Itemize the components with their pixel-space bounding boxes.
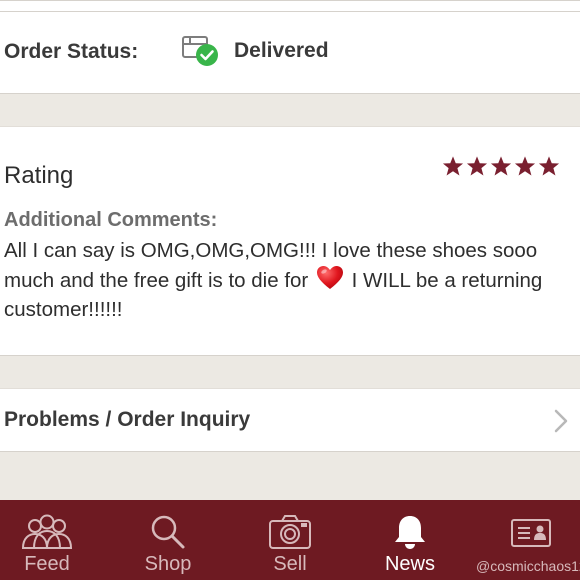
tab-news-label: News: [384, 553, 435, 575]
tab-profile[interactable]: @cosmicchaos12: [472, 500, 580, 580]
star-rating: [442, 155, 560, 177]
additional-comments-text: All I can say is OMG,OMG,OMG!!! I love t…: [4, 236, 576, 324]
order-inquiry-row[interactable]: Problems / Order Inquiry: [0, 388, 580, 452]
divider: [0, 11, 580, 12]
tab-sell-label: Sell: [273, 553, 307, 575]
star-icon: [514, 156, 536, 176]
search-icon: [151, 515, 185, 549]
order-status-value: Delivered: [234, 39, 329, 62]
bell-icon: [395, 516, 425, 549]
tab-feed[interactable]: Feed: [0, 500, 94, 580]
tab-sell[interactable]: Sell: [242, 500, 338, 580]
order-status-label: Order Status:: [4, 40, 139, 63]
star-icon: [466, 156, 488, 176]
order-inquiry-label: Problems / Order Inquiry: [4, 408, 251, 431]
people-icon: [21, 514, 73, 549]
profile-card-icon: [511, 519, 551, 547]
order-status-card: Order Status: Delivered: [0, 0, 580, 94]
tab-shop-label: Shop: [144, 553, 192, 575]
order-detail-screen: Order Status: Delivered Rating Additiona…: [0, 0, 580, 580]
chevron-right-icon: [554, 409, 568, 433]
tab-feed-label: Feed: [24, 553, 70, 575]
camera-icon: [269, 515, 311, 549]
bottom-tab-bar: Feed Shop Sell News @cosmicchaos12: [0, 500, 580, 580]
star-icon: [442, 156, 464, 176]
star-icon: [490, 156, 512, 176]
tab-profile-label: @cosmicchaos12: [476, 558, 580, 574]
additional-comments-label: Additional Comments:: [4, 209, 218, 231]
tab-news[interactable]: News: [362, 500, 458, 580]
heart-icon: [316, 266, 343, 289]
tab-shop[interactable]: Shop: [120, 500, 216, 580]
box-delivered-icon: [182, 36, 218, 66]
rating-card: Rating Additional Comments: All I can sa…: [0, 126, 580, 356]
rating-title: Rating: [4, 162, 74, 189]
star-icon: [538, 156, 560, 176]
